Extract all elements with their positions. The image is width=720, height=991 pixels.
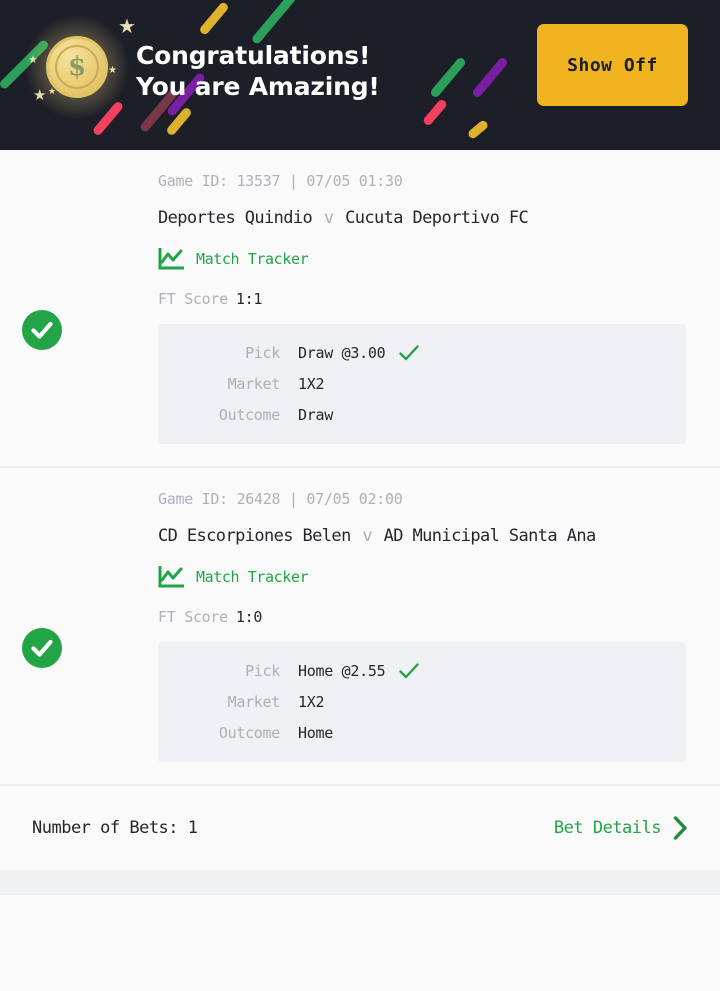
- versus-separator: v: [362, 526, 372, 546]
- pick-value: Draw @3.00: [298, 344, 386, 362]
- match-tracker-link[interactable]: Match Tracker: [158, 248, 309, 270]
- ft-score-label: FT Score: [158, 608, 228, 626]
- banner-title-line2: You are Amazing!: [136, 72, 380, 102]
- pick-won-check-icon: [399, 345, 420, 361]
- market-label: Market: [227, 375, 281, 393]
- market-line: Market 1X2: [182, 693, 662, 711]
- bet-row: Game ID: 13537 | 07/05 01:30 Deportes Qu…: [0, 150, 720, 466]
- gold-coin-icon: $: [24, 14, 130, 120]
- winning-bet-slip-page: ★ ★ ★ ★ ★ $ Congratulations! You are Ama…: [0, 0, 720, 991]
- away-team: Cucuta Deportivo FC: [345, 208, 529, 228]
- bet-body: Game ID: 26428 | 07/05 02:00 CD Escorpio…: [0, 490, 720, 762]
- home-team: Deportes Quindio: [158, 208, 313, 228]
- coin-face: $: [46, 36, 108, 98]
- versus-separator: v: [323, 208, 334, 228]
- ft-score-value: 1:1: [235, 290, 263, 308]
- ft-score-label: FT Score: [158, 290, 228, 308]
- outcome-line: Outcome Draw: [182, 406, 662, 424]
- banner-title-line1: Congratulations!: [136, 41, 371, 70]
- bet-details-label: Bet Details: [553, 818, 662, 838]
- congratulations-banner: ★ ★ ★ ★ ★ $ Congratulations! You are Ama…: [0, 0, 720, 150]
- pick-label: Pick: [245, 344, 280, 362]
- match-tracker-link[interactable]: Match Tracker: [158, 566, 309, 588]
- market-value: 1X2: [298, 693, 325, 711]
- market-value: 1X2: [298, 375, 325, 393]
- status-badge-won: [22, 628, 62, 668]
- market-line: Market 1X2: [182, 375, 662, 393]
- game-id-line: Game ID: 26428 | 07/05 02:00: [158, 490, 403, 508]
- confetti-green-stick: [429, 56, 467, 99]
- pick-value: Home @2.55: [298, 662, 386, 680]
- bet-row: Game ID: 26428 | 07/05 02:00 CD Escorpio…: [0, 466, 720, 784]
- confetti-purple-stick: [471, 56, 509, 99]
- banner-title: Congratulations! You are Amazing!: [136, 40, 380, 103]
- pick-details-box: Pick Draw @3.00 Market 1X2 Outcome Draw: [158, 324, 686, 444]
- status-badge-won: [22, 310, 62, 350]
- ft-score: FT Score 1:0: [158, 608, 696, 626]
- confetti-gold-stick: [466, 118, 490, 141]
- pick-line: Pick Draw @3.00: [182, 344, 662, 362]
- confetti-gold-stick: [198, 1, 230, 36]
- ft-score-value: 1:0: [235, 608, 263, 626]
- outcome-label: Outcome: [218, 724, 280, 742]
- away-team: AD Municipal Santa Ana: [383, 526, 597, 546]
- match-tracker-icon: [158, 566, 184, 588]
- bet-list: Game ID: 13537 | 07/05 01:30 Deportes Qu…: [0, 150, 720, 784]
- market-label: Market: [227, 693, 281, 711]
- match-tracker-icon: [158, 248, 184, 270]
- number-of-bets: Number of Bets: 1: [32, 818, 198, 838]
- outcome-label: Outcome: [218, 406, 280, 424]
- bet-body: Game ID: 13537 | 07/05 01:30 Deportes Qu…: [0, 172, 720, 444]
- game-id-line: Game ID: 13537 | 07/05 01:30: [158, 172, 403, 190]
- bottom-strip: [0, 870, 720, 895]
- show-off-button[interactable]: Show Off: [537, 24, 688, 106]
- pick-line: Pick Home @2.55: [182, 662, 662, 680]
- home-team: CD Escorpiones Belen: [158, 526, 351, 546]
- match-tracker-label: Match Tracker: [196, 568, 309, 586]
- bet-summary-footer: Number of Bets: 1 Bet Details: [0, 786, 720, 870]
- outcome-line: Outcome Home: [182, 724, 662, 742]
- pick-won-check-icon: [399, 663, 420, 679]
- pick-details-box: Pick Home @2.55 Market 1X2 Outcome Home: [158, 642, 686, 762]
- outcome-value: Draw: [298, 406, 333, 424]
- confetti-pink-stick: [421, 98, 449, 127]
- star-icon: ★: [118, 14, 136, 38]
- coin-dollar-symbol: $: [55, 45, 99, 89]
- match-title: CD Escorpiones Belen v AD Municipal Sant…: [158, 526, 696, 546]
- match-tracker-label: Match Tracker: [196, 250, 309, 268]
- pick-label: Pick: [245, 662, 280, 680]
- bet-details-link[interactable]: Bet Details: [554, 816, 688, 840]
- match-title: Deportes Quindio v Cucuta Deportivo FC: [158, 208, 696, 228]
- chevron-right-icon: [673, 816, 687, 840]
- outcome-value: Home: [298, 724, 333, 742]
- ft-score: FT Score 1:1: [158, 290, 696, 308]
- confetti-green-stick: [250, 0, 298, 46]
